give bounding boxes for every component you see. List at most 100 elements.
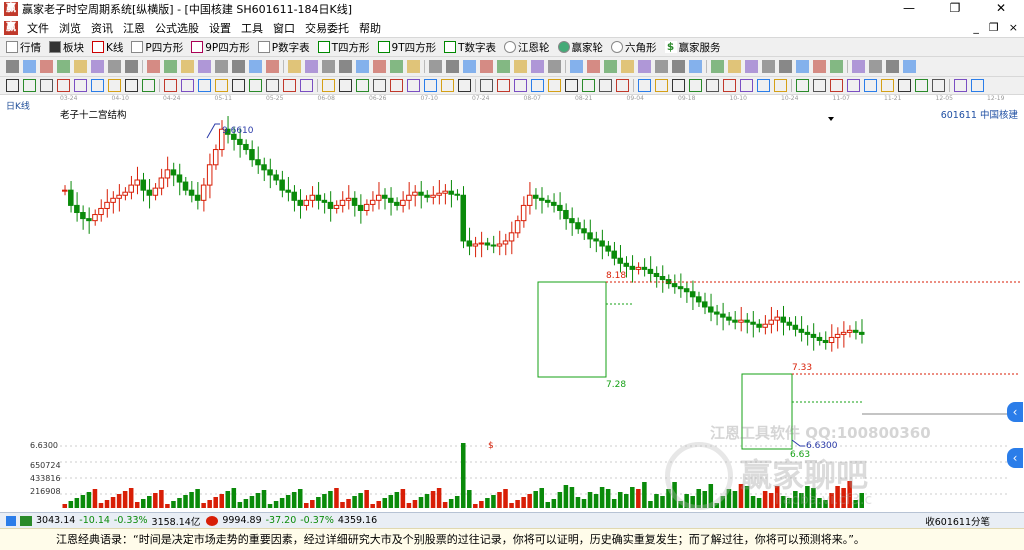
analysis-tool-icon[interactable]	[108, 79, 121, 92]
analysis-tool-icon[interactable]	[881, 79, 894, 92]
analysis-tool-icon[interactable]	[249, 79, 262, 92]
minimize-button[interactable]: —	[886, 0, 932, 18]
analysis-tool-icon[interactable]	[723, 79, 736, 92]
analysis-tool-icon[interactable]	[796, 79, 809, 92]
analysis-tool-icon[interactable]	[441, 79, 454, 92]
analysis-tool-icon[interactable]	[813, 79, 826, 92]
draw-tool-icon[interactable]	[655, 60, 668, 73]
draw-tool-icon[interactable]	[6, 60, 19, 73]
draw-tool-icon[interactable]	[164, 60, 177, 73]
analysis-tool-icon[interactable]	[164, 79, 177, 92]
analysis-tool-icon[interactable]	[266, 79, 279, 92]
draw-tool-icon[interactable]	[813, 60, 826, 73]
draw-tool-icon[interactable]	[322, 60, 335, 73]
analysis-tool-icon[interactable]	[774, 79, 787, 92]
analysis-tool-icon[interactable]	[198, 79, 211, 92]
menu-settings[interactable]: 设置	[204, 20, 236, 36]
analysis-tool-icon[interactable]	[740, 79, 753, 92]
analysis-tool-icon[interactable]	[40, 79, 53, 92]
tb-t-square[interactable]: T四方形	[317, 40, 370, 55]
draw-tool-icon[interactable]	[40, 60, 53, 73]
tb-sector[interactable]: 板块	[49, 40, 84, 55]
analysis-tool-icon[interactable]	[971, 79, 984, 92]
analysis-tool-icon[interactable]	[142, 79, 155, 92]
draw-tool-icon[interactable]	[570, 60, 583, 73]
analysis-tool-icon[interactable]	[339, 79, 352, 92]
analysis-tool-icon[interactable]	[424, 79, 437, 92]
analysis-tool-icon[interactable]	[407, 79, 420, 92]
side-panel-toggle-icon[interactable]: ‹	[1007, 402, 1023, 422]
analysis-tool-icon[interactable]	[565, 79, 578, 92]
draw-tool-icon[interactable]	[429, 60, 442, 73]
draw-tool-icon[interactable]	[745, 60, 758, 73]
draw-tool-icon[interactable]	[125, 60, 138, 73]
tick-detail-label[interactable]: 收601611分笔	[925, 514, 990, 528]
analysis-tool-icon[interactable]	[689, 79, 702, 92]
analysis-tool-icon[interactable]	[638, 79, 651, 92]
draw-tool-icon[interactable]	[215, 60, 228, 73]
draw-tool-icon[interactable]	[57, 60, 70, 73]
analysis-tool-icon[interactable]	[655, 79, 668, 92]
draw-tool-icon[interactable]	[852, 60, 865, 73]
draw-tool-icon[interactable]	[497, 60, 510, 73]
draw-tool-icon[interactable]	[74, 60, 87, 73]
mdi-minimize-button[interactable]: _	[973, 18, 979, 37]
draw-tool-icon[interactable]	[407, 60, 420, 73]
draw-tool-icon[interactable]	[373, 60, 386, 73]
analysis-tool-icon[interactable]	[599, 79, 612, 92]
tb-p-square[interactable]: P四方形	[131, 40, 183, 55]
analysis-tool-icon[interactable]	[531, 79, 544, 92]
analysis-tool-icon[interactable]	[373, 79, 386, 92]
analysis-tool-icon[interactable]	[706, 79, 719, 92]
draw-tool-icon[interactable]	[232, 60, 245, 73]
draw-tool-icon[interactable]	[903, 60, 916, 73]
analysis-tool-icon[interactable]	[458, 79, 471, 92]
mdi-close-button[interactable]: ×	[1009, 18, 1018, 37]
draw-tool-icon[interactable]	[796, 60, 809, 73]
analysis-tool-icon[interactable]	[283, 79, 296, 92]
analysis-tool-icon[interactable]	[57, 79, 70, 92]
analysis-tool-icon[interactable]	[954, 79, 967, 92]
analysis-tool-icon[interactable]	[864, 79, 877, 92]
menu-window[interactable]: 窗口	[268, 20, 300, 36]
menu-file[interactable]: 文件	[22, 20, 54, 36]
analysis-tool-icon[interactable]	[356, 79, 369, 92]
draw-tool-icon[interactable]	[869, 60, 882, 73]
draw-tool-icon[interactable]	[339, 60, 352, 73]
side-panel-toggle2-icon[interactable]: ‹	[1007, 448, 1023, 468]
menu-trade[interactable]: 交易委托	[300, 20, 354, 36]
tb-gann-wheel[interactable]: 江恩轮	[504, 40, 550, 55]
draw-tool-icon[interactable]	[446, 60, 459, 73]
analysis-tool-icon[interactable]	[6, 79, 19, 92]
analysis-tool-icon[interactable]	[830, 79, 843, 92]
analysis-tool-icon[interactable]	[915, 79, 928, 92]
draw-tool-icon[interactable]	[266, 60, 279, 73]
analysis-tool-icon[interactable]	[300, 79, 313, 92]
draw-tool-icon[interactable]	[514, 60, 527, 73]
tb-p-table[interactable]: P数字表	[257, 40, 310, 55]
analysis-tool-icon[interactable]	[480, 79, 493, 92]
analysis-tool-icon[interactable]	[548, 79, 561, 92]
draw-tool-icon[interactable]	[390, 60, 403, 73]
tb-9p-square[interactable]: 9P四方形	[191, 40, 250, 55]
menu-info[interactable]: 资讯	[86, 20, 118, 36]
draw-tool-icon[interactable]	[249, 60, 262, 73]
tb-hexagon[interactable]: 六角形	[611, 40, 657, 55]
draw-tool-icon[interactable]	[621, 60, 634, 73]
menu-formula[interactable]: 公式选股	[150, 20, 204, 36]
status-menu-icon[interactable]	[6, 515, 16, 526]
analysis-tool-icon[interactable]	[757, 79, 770, 92]
analysis-tool-icon[interactable]	[582, 79, 595, 92]
tb-quote[interactable]: 行情	[6, 40, 41, 55]
kline-chart[interactable]: 6.6300 650724 433816 216908 9.6610 8.18 7.28 7.…	[0, 104, 1024, 512]
analysis-tool-icon[interactable]	[616, 79, 629, 92]
draw-tool-icon[interactable]	[147, 60, 160, 73]
draw-tool-icon[interactable]	[198, 60, 211, 73]
analysis-tool-icon[interactable]	[181, 79, 194, 92]
tb-9t-square[interactable]: 9T四方形	[377, 40, 436, 55]
analysis-tool-icon[interactable]	[672, 79, 685, 92]
draw-tool-icon[interactable]	[638, 60, 651, 73]
draw-tool-icon[interactable]	[356, 60, 369, 73]
close-button[interactable]: ✕	[978, 0, 1024, 18]
draw-tool-icon[interactable]	[305, 60, 318, 73]
